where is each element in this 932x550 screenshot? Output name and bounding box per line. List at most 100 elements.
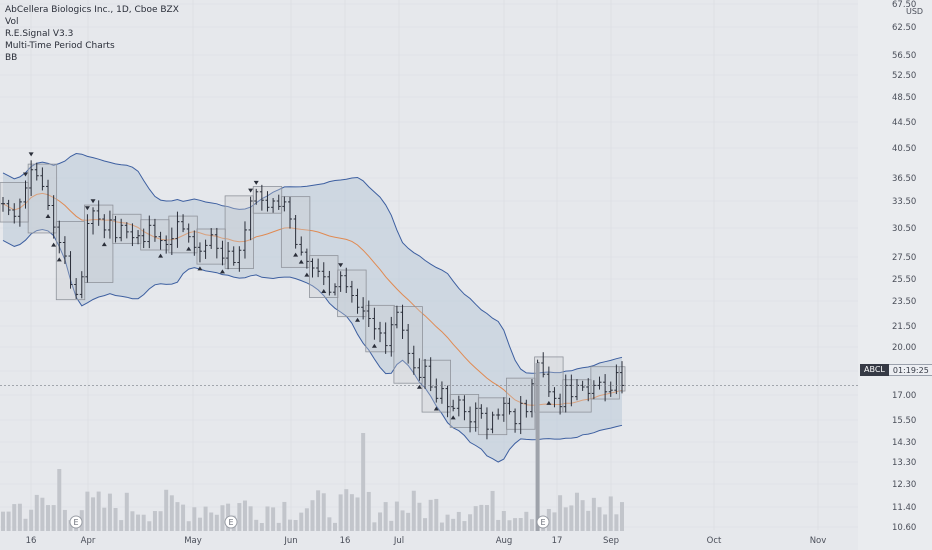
volume-bar xyxy=(259,522,264,531)
price-axis-label: 14.30 xyxy=(892,438,916,448)
legend-indicator-mtp[interactable]: Multi-Time Period Charts xyxy=(5,40,179,52)
volume-bar xyxy=(439,522,444,531)
price-axis-label: 27.50 xyxy=(892,253,916,263)
volume-bar xyxy=(524,511,529,531)
volume-bar xyxy=(451,518,456,531)
earnings-marker[interactable]: E xyxy=(224,515,238,529)
legend-indicator-bb[interactable]: BB xyxy=(5,52,179,64)
volume-bar xyxy=(169,495,174,531)
volume-bar xyxy=(366,491,371,531)
volume-bar xyxy=(361,433,366,531)
volume-bar xyxy=(428,499,433,531)
volume-bar xyxy=(468,514,473,531)
price-axis-label: 62.50 xyxy=(892,23,916,33)
volume-bar xyxy=(518,517,523,531)
volume-bar xyxy=(389,520,394,531)
volume-bar xyxy=(102,507,107,531)
volume-bar xyxy=(591,497,596,531)
volume-bar xyxy=(57,469,62,531)
volume-bar xyxy=(209,512,214,531)
volume-bar xyxy=(12,504,17,531)
volume-bar xyxy=(287,519,292,531)
price-axis-label: 17.00 xyxy=(892,391,916,401)
earnings-marker[interactable]: E xyxy=(69,515,83,529)
volume-bar xyxy=(333,522,338,531)
price-axis-label: 15.50 xyxy=(892,416,916,426)
volume-bar xyxy=(130,511,135,531)
volume-bar xyxy=(29,509,34,531)
volume-bar xyxy=(96,491,101,531)
chart-legend: AbCellera Biologics Inc., 1D, Cboe BZX V… xyxy=(5,4,179,64)
price-axis-label: 12.30 xyxy=(892,480,916,490)
last-price-tag: ABCL 01:19:25 xyxy=(860,364,932,376)
volume-bar xyxy=(406,512,411,531)
volume-bar xyxy=(501,511,506,531)
volume-bar xyxy=(338,494,343,531)
volume-bar xyxy=(569,505,574,531)
volume-bar xyxy=(197,517,202,531)
price-axis-label: 23.50 xyxy=(892,297,916,307)
price-axis-label: 52.50 xyxy=(892,71,916,81)
volume-bar xyxy=(434,498,439,531)
price-axis-label: 56.50 xyxy=(892,51,916,61)
price-axis-label: 25.50 xyxy=(892,275,916,285)
volume-bar xyxy=(152,511,157,531)
time-axis-background xyxy=(0,531,858,550)
price-axis-label: 40.50 xyxy=(892,144,916,154)
time-axis-label: 16 xyxy=(26,536,37,546)
volume-bar xyxy=(484,505,489,531)
volume-bar xyxy=(181,504,186,531)
time-axis-label: May xyxy=(184,536,202,546)
earnings-icon-label: E xyxy=(540,518,545,527)
volume-bar xyxy=(220,505,225,531)
price-tag-symbol: ABCL xyxy=(860,364,889,376)
volume-bar xyxy=(271,507,276,531)
volume-bar xyxy=(147,521,152,531)
price-axis-label: 48.50 xyxy=(892,93,916,103)
volume-bar xyxy=(40,497,45,531)
volume-bar xyxy=(507,520,512,531)
volume-bar xyxy=(586,510,591,531)
volume-bar xyxy=(276,522,281,531)
volume-bar xyxy=(113,507,118,531)
volume-bar xyxy=(400,510,405,531)
volume-bar xyxy=(321,493,326,531)
price-axis-label: 36.50 xyxy=(892,174,916,184)
volume-bar xyxy=(164,489,169,531)
volume-bar xyxy=(141,514,146,531)
time-axis-label: Jun xyxy=(283,536,297,546)
volume-bar xyxy=(423,518,428,531)
time-axis-label: Oct xyxy=(707,536,722,546)
volume-bar xyxy=(310,500,315,531)
volume-bar xyxy=(304,508,309,531)
volume-bar xyxy=(282,501,287,531)
volume-bar xyxy=(417,502,422,531)
volume-bar xyxy=(552,512,557,531)
volume-bar xyxy=(192,507,197,531)
volume-bar xyxy=(85,491,90,531)
legend-indicator-vol[interactable]: Vol xyxy=(5,16,179,28)
currency-label: USD xyxy=(906,7,923,16)
legend-indicator-re-signal[interactable]: R.E.Signal V3.3 xyxy=(5,28,179,40)
price-chart[interactable]: EEE10.6011.4012.3013.3014.3015.5017.0018… xyxy=(0,0,932,550)
volume-bar xyxy=(34,494,39,531)
time-axis-label: 17 xyxy=(552,536,563,546)
time-axis[interactable]: 16 Apr May Jun 16 Jul Aug 17 Sep Oct Nov xyxy=(0,531,858,550)
earnings-marker[interactable]: E xyxy=(536,515,550,529)
price-axis-label: 20.00 xyxy=(892,343,916,353)
volume-bar xyxy=(563,507,568,531)
price-axis-label: 33.50 xyxy=(892,197,916,207)
volume-bar xyxy=(1,511,5,531)
volume-bar xyxy=(299,512,304,531)
volume-bar xyxy=(186,521,191,531)
volume-bar xyxy=(107,493,112,531)
time-axis-label: Aug xyxy=(496,536,513,546)
volume-bar xyxy=(479,504,484,531)
price-axis-label: 21.50 xyxy=(892,322,916,332)
volume-bar xyxy=(558,495,563,531)
volume-bar xyxy=(6,511,11,531)
volume-bar xyxy=(242,500,247,531)
price-axis-label: 30.50 xyxy=(892,224,916,234)
earnings-icon-label: E xyxy=(73,518,78,527)
volume-bar xyxy=(119,520,124,531)
